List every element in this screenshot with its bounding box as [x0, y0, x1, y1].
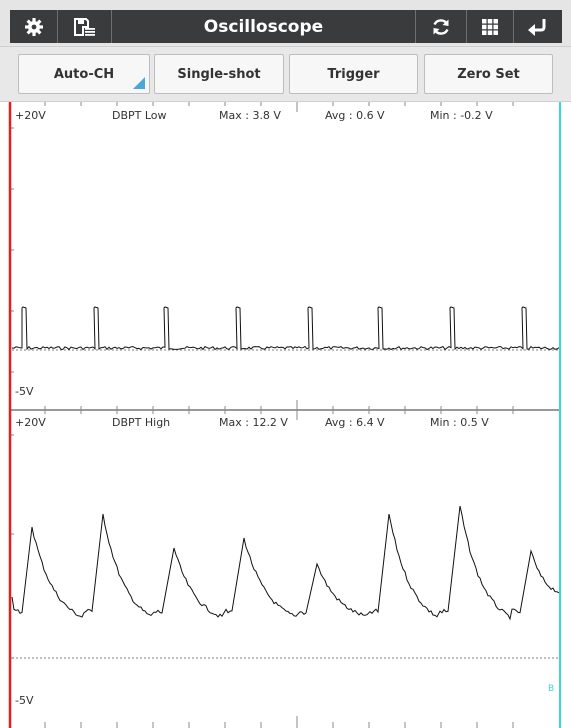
- settings-button[interactable]: [10, 10, 57, 43]
- dropdown-corner-icon: [133, 77, 145, 89]
- trigger-button[interactable]: Trigger: [289, 54, 418, 94]
- back-button[interactable]: [514, 10, 562, 43]
- cursor-b-marker: B: [548, 684, 555, 694]
- top-bar: Oscilloscope: [0, 0, 571, 47]
- panel-1-ticks: [10, 102, 514, 410]
- return-arrow-icon: [528, 18, 546, 36]
- max-value: Max : 12.2 V: [219, 416, 288, 429]
- grid-icon: [482, 18, 498, 35]
- gear-icon: [24, 17, 43, 36]
- avg-value: Avg : 6.4 V: [325, 416, 385, 429]
- channel-name: DBPT High: [112, 416, 171, 429]
- zero-set-label: Zero Set: [457, 66, 520, 82]
- single-shot-label: Single-shot: [177, 66, 261, 82]
- page-title: Oscilloscope: [203, 16, 324, 37]
- scale-top-label: +20V: [15, 109, 46, 122]
- channel-name: DBPT Low: [112, 109, 167, 122]
- scale-bottom-label: -5V: [15, 385, 34, 398]
- refresh-button[interactable]: [416, 10, 466, 43]
- avg-value: Avg : 0.6 V: [325, 109, 385, 122]
- refresh-icon: [433, 18, 449, 35]
- waveform-dbpt-low: [11, 306, 560, 351]
- zero-set-button[interactable]: Zero Set: [424, 54, 553, 94]
- control-bar: Auto-CH Single-shot Trigger Zero Set: [0, 47, 571, 102]
- single-shot-button[interactable]: Single-shot: [154, 54, 284, 94]
- scope-grid: [8, 102, 561, 728]
- auto-ch-button[interactable]: Auto-CH: [18, 54, 150, 94]
- grid-button[interactable]: [467, 10, 513, 43]
- waveform-dbpt-high: [11, 505, 560, 621]
- save-list-icon: [73, 17, 95, 36]
- auto-ch-label: Auto-CH: [53, 66, 115, 82]
- panel-2-ticks: [10, 410, 514, 728]
- trigger-label: Trigger: [327, 66, 380, 82]
- scale-top-label: +20V: [15, 416, 46, 429]
- max-value: Max : 3.8 V: [219, 109, 281, 122]
- min-value: Min : -0.2 V: [430, 109, 493, 122]
- min-value: Min : 0.5 V: [430, 416, 489, 429]
- scale-bottom-label: -5V: [15, 694, 34, 707]
- oscilloscope-display[interactable]: +20V DBPT Low Max : 3.8 V Avg : 0.6 V Mi…: [0, 102, 571, 728]
- save-button[interactable]: [58, 10, 111, 43]
